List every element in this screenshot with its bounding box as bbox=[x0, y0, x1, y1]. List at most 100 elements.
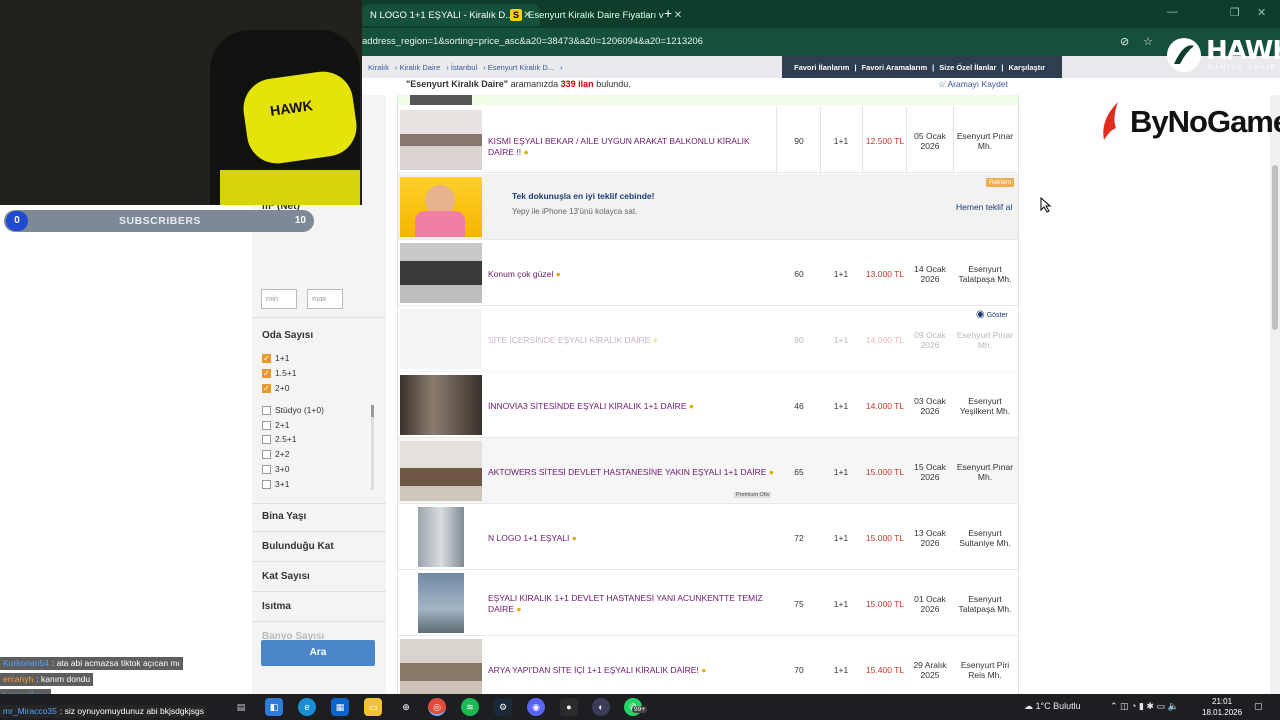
listing-title[interactable]: İNNOVİA3 SİTESİNDE EŞYALI KİRALIK 1+1 DA… bbox=[488, 401, 778, 412]
table-row[interactable]: Konum çok güzel ● 60 1+1 13.000 TL 14 Oc… bbox=[398, 240, 1018, 306]
close-window-icon[interactable]: ✕ bbox=[1257, 6, 1266, 19]
listing-title[interactable]: N LOGO 1+1 EŞYALI ● bbox=[488, 533, 778, 544]
show-hidden-listing-button[interactable]: ◉ Göster bbox=[976, 309, 1008, 320]
hawk-logo: HAWK GAMING CHAIR bbox=[1166, 36, 1280, 74]
store-icon[interactable]: ▦ bbox=[331, 698, 349, 716]
listing-photo[interactable] bbox=[400, 639, 482, 699]
listing-date: 05 Ocak 2026 bbox=[914, 131, 946, 151]
room-checkbox-3plus0[interactable]: 3+0 bbox=[262, 464, 289, 474]
listing-photo[interactable] bbox=[400, 309, 482, 369]
site-header: Kiralık › Kiralık Daire › İstanbul › Esenyu… bbox=[362, 56, 1280, 78]
listing-title[interactable]: SİTE İÇERSİNDE EŞYALI KİRALIK DAİRE ● bbox=[488, 335, 778, 346]
compare-link[interactable]: Karşılaştır bbox=[1008, 63, 1045, 72]
url-text[interactable]: address_region=1&sorting=price_asc&a20=3… bbox=[362, 36, 703, 47]
result-count: 339 ilan bbox=[560, 79, 594, 89]
room-checkbox-3plus1[interactable]: 3+1 bbox=[262, 479, 289, 489]
room-checkbox-1-5plus1[interactable]: ✓ 1.5+1 bbox=[262, 368, 297, 378]
m2-net-max-input[interactable]: max bbox=[307, 289, 343, 309]
listing-price: 15.400 TL bbox=[865, 665, 905, 675]
special-listings-link[interactable]: Size Özel İlanlar bbox=[939, 63, 996, 72]
breadcrumb-item[interactable]: İstanbul bbox=[451, 63, 477, 72]
folder-icon[interactable]: ▭ bbox=[364, 698, 382, 716]
listing-title[interactable]: EŞYALI KİRALIK 1+1 DEVLET HASTANESİ YANI… bbox=[488, 593, 778, 615]
listing-photo[interactable] bbox=[400, 375, 482, 435]
scrollbar-thumb[interactable] bbox=[1272, 165, 1278, 330]
favorite-searches-link[interactable]: Favori Aramalarım bbox=[862, 63, 928, 72]
listing-date: 01 Ocak 2026 bbox=[914, 594, 946, 614]
obs-icon[interactable]: ● bbox=[560, 698, 578, 716]
tray-icons[interactable]: ⌃ ◫ ◔ ▮ ✱ ▭ 🔈 bbox=[1110, 701, 1179, 712]
weather-widget[interactable]: ☁ 1°C Bulutlu bbox=[1024, 701, 1081, 712]
listing-location: Esenyurt Pınar Mh. bbox=[956, 131, 1014, 151]
subscriber-count: 0 bbox=[6, 211, 28, 231]
section-floor[interactable]: Bulunduğu Kat bbox=[262, 541, 334, 552]
ad-cta-link[interactable]: Hemen teklif al bbox=[956, 202, 1012, 212]
table-row[interactable]: EŞYALI KİRALIK 1+1 DEVLET HASTANESİ YANI… bbox=[398, 570, 1018, 636]
breadcrumb-item[interactable]: Esenyurt Kiralık D... bbox=[488, 63, 554, 72]
section-building-age[interactable]: Bina Yaşı bbox=[262, 511, 306, 522]
listing-title[interactable]: KISMİ EŞYALI BEKAR / AİLE UYGUN ARAKAT B… bbox=[488, 136, 778, 158]
listing-date: 13 Ocak 2026 bbox=[914, 528, 946, 548]
app-icon[interactable]: ◐ bbox=[592, 698, 610, 716]
address-bar[interactable]: address_region=1&sorting=price_asc&a20=3… bbox=[362, 28, 1280, 56]
ad-row[interactable]: Tek dokunuşla en iyi teklif cebinde! Yep… bbox=[398, 174, 1018, 240]
ad-subtitle: Yepy ile iPhone 13'ünü kolayca sat. bbox=[512, 207, 638, 216]
save-search-link[interactable]: ☆ Aramayı Kaydet bbox=[938, 79, 1008, 90]
room-checkbox-2plus0[interactable]: ✓ 2+0 bbox=[262, 383, 289, 393]
table-row[interactable]: ARYA YAPI'DAN SİTE İÇİ 1+1 EŞYALI KİRALI… bbox=[398, 636, 1018, 702]
maximize-icon[interactable]: ❐ bbox=[1230, 6, 1240, 19]
notification-center-icon[interactable]: ▢ bbox=[1254, 701, 1263, 712]
listing-m2: 70 bbox=[794, 665, 804, 675]
favorites-bar: Favori İlanlarım | Favori Aramalarım | Siz… bbox=[782, 56, 1062, 78]
room-checkbox-2plus2[interactable]: 2+2 bbox=[262, 449, 289, 459]
minimize-icon[interactable]: — bbox=[1167, 6, 1178, 18]
listing-photo[interactable] bbox=[418, 573, 464, 633]
table-row[interactable]: İNNOVİA3 SİTESİNDE EŞYALI KİRALIK 1+1 DA… bbox=[398, 372, 1018, 438]
favorite-listings-link[interactable]: Favori İlanlarım bbox=[794, 63, 849, 72]
close-icon[interactable]: ✕ bbox=[674, 10, 682, 21]
listing-photo[interactable] bbox=[400, 441, 482, 501]
table-row-hidden[interactable]: SİTE İÇERSİNDE EŞYALI KİRALIK DAİRE ● 80… bbox=[398, 306, 1018, 372]
m2-net-min-input[interactable]: min bbox=[261, 289, 297, 309]
listing-photo[interactable] bbox=[400, 110, 482, 170]
listing-photo[interactable] bbox=[400, 243, 482, 303]
listing-title[interactable]: ARYA YAPI'DAN SİTE İÇİ 1+1 EŞYALI KİRALI… bbox=[488, 665, 778, 676]
room-checkbox-2plus1[interactable]: 2+1 bbox=[262, 420, 289, 430]
listing-title[interactable]: AKTOWERS SİTESİ DEVLET HASTANESİNE YAKIN… bbox=[488, 467, 778, 478]
breadcrumb-item[interactable]: Kiralık bbox=[368, 63, 389, 72]
steam-icon[interactable]: ⚙ bbox=[494, 698, 512, 716]
system-app-icon[interactable]: ⊕ bbox=[397, 698, 415, 716]
tab-sahibinden[interactable]: S Esenyurt Kiralık Daire Fiyatları v ✕ bbox=[502, 4, 690, 26]
listing-title[interactable]: Konum çok güzel ● bbox=[488, 269, 778, 280]
room-checkbox-studio[interactable]: Stüdyo (1+0) bbox=[262, 405, 324, 415]
section-heating[interactable]: Isıtma bbox=[262, 601, 291, 612]
section-floor-count[interactable]: Kat Sayısı bbox=[262, 571, 310, 582]
explorer-app-icon[interactable]: ◧ bbox=[265, 698, 283, 716]
edge-icon[interactable]: e bbox=[298, 698, 316, 716]
ad-title[interactable]: Tek dokunuşla en iyi teklif cebinde! bbox=[512, 191, 655, 201]
system-clock[interactable]: 21:01 18.01.2026 bbox=[1202, 696, 1242, 718]
search-button[interactable]: Ara bbox=[261, 640, 375, 666]
listing-location: Esenyurt Pınar Mh. bbox=[956, 462, 1014, 482]
listing-m2: 65 bbox=[794, 467, 804, 477]
listing-location: Esenyurt Yeşilkent Mh. bbox=[959, 396, 1011, 416]
bookmark-star-icon[interactable]: ☆ bbox=[1143, 35, 1153, 48]
eye-off-icon[interactable]: ⊘ bbox=[1120, 35, 1129, 48]
listing-photo[interactable] bbox=[418, 507, 464, 567]
ad-image[interactable] bbox=[400, 177, 482, 237]
discord-icon[interactable]: ◉ bbox=[527, 698, 545, 716]
ad-badge: Reklam bbox=[986, 178, 1015, 187]
room-checkbox-1plus1[interactable]: ✓ 1+1 bbox=[262, 353, 289, 363]
new-tab-plus-icon[interactable]: + bbox=[664, 5, 672, 21]
task-view-icon[interactable]: ▤ bbox=[232, 698, 250, 716]
breadcrumb-item[interactable]: Kiralık Daire bbox=[399, 63, 440, 72]
webcam-overlay: HAWK bbox=[0, 0, 362, 205]
room-checkbox-2-5plus1[interactable]: 2.5+1 bbox=[262, 434, 297, 444]
table-row[interactable]: AKTOWERS SİTESİ DEVLET HASTANESİNE YAKIN… bbox=[398, 438, 1018, 504]
chrome-icon[interactable]: ◎ bbox=[428, 698, 446, 716]
table-row[interactable]: N LOGO 1+1 EŞYALI ● 72 1+1 15.000 TL 13 … bbox=[398, 504, 1018, 570]
room-list-scrollbar[interactable] bbox=[371, 405, 374, 490]
spotify-icon[interactable]: ≋ bbox=[461, 698, 479, 716]
page-scrollbar[interactable] bbox=[1270, 95, 1280, 695]
table-row[interactable]: KISMİ EŞYALI BEKAR / AİLE UYGUN ARAKAT B… bbox=[398, 107, 1018, 173]
